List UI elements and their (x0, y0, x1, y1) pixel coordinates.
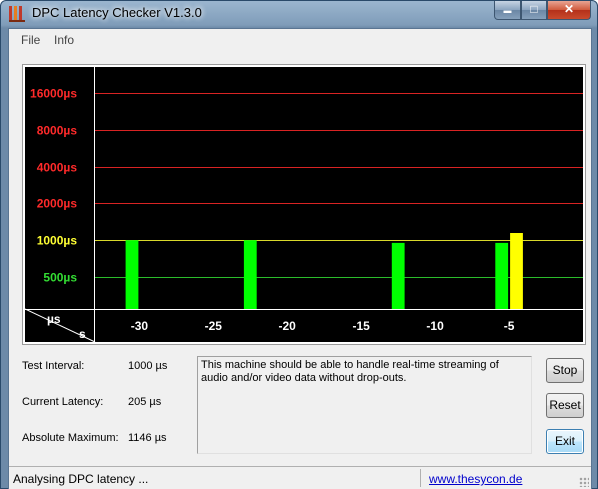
x-tick-label: -30 (131, 319, 149, 333)
latency-chart: 16000µs 8000µs 4000µs 2000µs 1000µs 500µs µs s -… (22, 64, 586, 345)
current-latency-value: 205 µs (128, 396, 162, 408)
test-interval-value: 1000 µs (128, 360, 168, 372)
y-tick-label-2000: 2000µs (37, 197, 78, 211)
latency-chart-svg: 16000µs 8000µs 4000µs 2000µs 1000µs 500µs µs s -… (25, 67, 583, 342)
resize-grip-icon[interactable] (579, 477, 589, 487)
y-tick-label-8000: 8000µs (37, 124, 78, 138)
test-interval-label: Test Interval: (22, 360, 85, 372)
close-icon: ✕ (563, 2, 575, 16)
website-link[interactable]: www.thesycon.de (429, 472, 522, 486)
status-text: Analysing DPC latency ... (13, 472, 149, 486)
reset-button[interactable]: Reset (546, 393, 584, 418)
minimize-icon: ▬ (503, 6, 512, 15)
y-tick-label-16000: 16000µs (30, 87, 77, 101)
y-tick-label-1000: 1000µs (37, 234, 78, 248)
client-area: File Info 16000µs 8000µs 4000µs 2000µs 1000µ… (8, 28, 592, 489)
status-divider (420, 469, 421, 487)
status-bar: Analysing DPC latency ... www.thesycon.d… (9, 466, 591, 489)
latency-bar (125, 240, 139, 309)
minimize-button[interactable]: ▬ (494, 1, 521, 20)
x-tick-label: -10 (426, 319, 444, 333)
absolute-maximum-value: 1146 µs (128, 432, 167, 444)
app-logo-icon (9, 6, 25, 22)
x-tick-label: -20 (279, 319, 297, 333)
x-tick-label: -25 (205, 319, 223, 333)
close-button[interactable]: ✕ (547, 1, 591, 20)
y-tick-label-4000: 4000µs (37, 161, 78, 175)
latency-bar (243, 240, 257, 309)
x-tick-label: -5 (504, 319, 515, 333)
status-message-box: This machine should be able to handle re… (197, 356, 532, 454)
app-window: DPC Latency Checker V1.3.0 ▬ □ ✕ File In… (0, 0, 598, 489)
menu-info[interactable]: Info (54, 33, 74, 47)
maximize-button[interactable]: □ (521, 1, 547, 20)
menu-file[interactable]: File (21, 33, 40, 47)
exit-button[interactable]: Exit (546, 429, 584, 454)
x-tick-label: -15 (353, 319, 371, 333)
maximize-icon: □ (530, 2, 538, 16)
y-tick-label-500: 500µs (43, 271, 77, 285)
latency-bar (391, 242, 405, 309)
stop-button[interactable]: Stop (546, 358, 584, 383)
y-unit-label: µs (47, 312, 61, 326)
latency-bar (510, 233, 523, 309)
current-latency-label: Current Latency: (22, 396, 104, 408)
x-unit-label: s (79, 327, 86, 341)
latency-bar (495, 242, 509, 309)
title-bar[interactable]: DPC Latency Checker V1.3.0 ▬ □ ✕ (1, 1, 597, 25)
menu-bar: File Info (9, 29, 591, 51)
window-title: DPC Latency Checker V1.3.0 (32, 5, 202, 20)
absolute-maximum-label: Absolute Maximum: (22, 432, 119, 444)
